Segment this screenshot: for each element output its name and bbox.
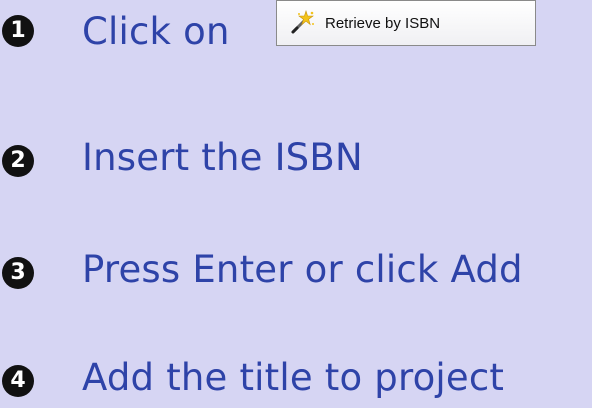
step-text: Click on xyxy=(82,10,230,53)
step-number-badge: 1 xyxy=(2,15,34,47)
step-text: Add the title to project xyxy=(82,356,505,399)
step-number-badge: 3 xyxy=(2,257,34,289)
step-text: Press Enter or click Add xyxy=(82,248,523,291)
step-number-badge: 4 xyxy=(2,365,34,397)
retrieve-by-isbn-button[interactable]: Retrieve by ISBN xyxy=(276,0,536,46)
retrieve-button-label: Retrieve by ISBN xyxy=(325,14,441,32)
magic-wand-icon xyxy=(291,10,314,34)
step-text: Insert the ISBN xyxy=(82,136,363,179)
step-number-badge: 2 xyxy=(2,145,34,177)
